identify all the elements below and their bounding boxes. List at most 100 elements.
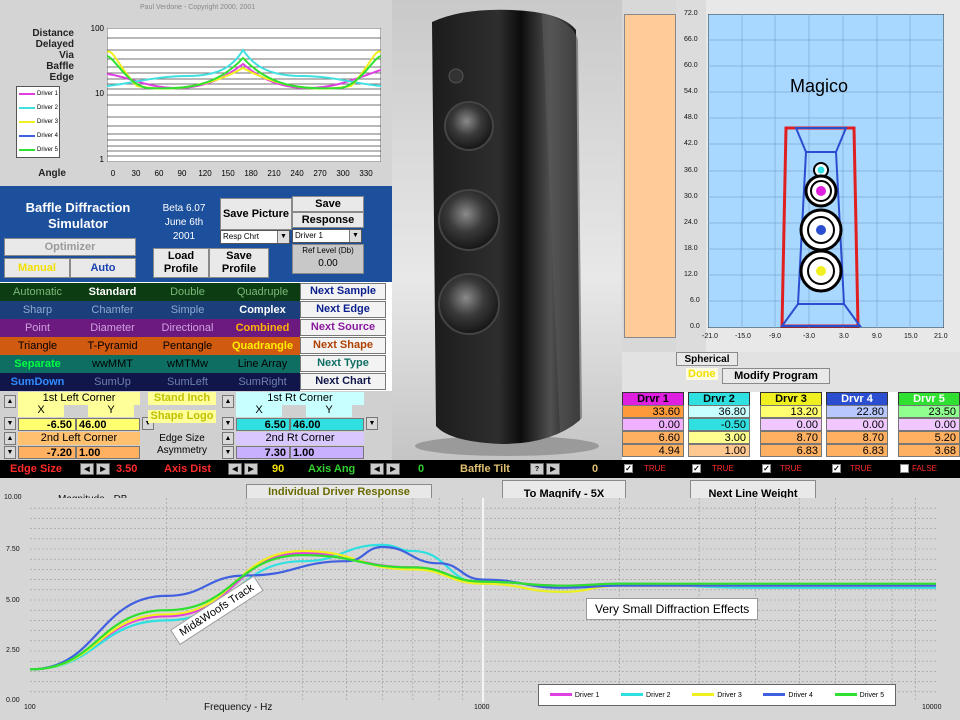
spin-down-icon[interactable]: ▼ — [4, 417, 16, 430]
increase-icon[interactable]: ▶ — [546, 463, 560, 475]
option-sumdown[interactable]: SumDown — [0, 373, 75, 391]
option-sharp[interactable]: Sharp — [0, 301, 75, 319]
second-left-x-field[interactable]: -7.20 — [18, 446, 76, 459]
option-simple[interactable]: Simple — [150, 301, 225, 319]
stand-inch-button[interactable]: Stand Inch — [148, 392, 216, 405]
next-edge-button[interactable]: Next Edge — [300, 301, 386, 318]
resp-chart-select[interactable]: Resp Chrt ▼ — [220, 230, 290, 244]
increase-icon[interactable]: ▶ — [244, 463, 258, 475]
driver-cell[interactable]: 23.50 — [898, 405, 960, 418]
side-label: Edge — [49, 72, 74, 83]
option-sumup[interactable]: SumUp — [75, 373, 150, 391]
next-type-button[interactable]: Next Type — [300, 355, 386, 372]
save-picture-button[interactable]: Save Picture — [220, 198, 292, 230]
driver-cell[interactable]: 0.00 — [898, 418, 960, 431]
driver-1-checkbox[interactable]: ✓ — [624, 464, 633, 473]
driver-cell[interactable]: 3.68 — [898, 444, 960, 457]
driver-select[interactable]: Driver 1 ▼ — [292, 229, 362, 243]
spin-up-icon[interactable]: ▲ — [222, 395, 234, 408]
decrease-icon[interactable]: ◀ — [370, 463, 384, 475]
driver-cell[interactable]: 5.20 — [898, 431, 960, 444]
driver-cell[interactable]: 1.00 — [688, 444, 750, 457]
load-profile-button[interactable]: Load Profile — [153, 248, 209, 278]
next-chart-button[interactable]: Next Chart — [300, 373, 386, 390]
help-icon[interactable]: ? — [530, 463, 544, 475]
modify-program-button[interactable]: Modify Program — [722, 368, 830, 384]
option-wmtmw[interactable]: wMTMw — [150, 355, 225, 373]
option-triangle[interactable]: Triangle — [0, 337, 75, 355]
manual-button[interactable]: Manual — [4, 258, 70, 278]
optimizer-button[interactable]: Optimizer — [4, 238, 136, 256]
spin-up-icon[interactable]: ▲ — [4, 395, 16, 408]
driver-2-checkbox[interactable]: ✓ — [692, 464, 701, 473]
option-automatic[interactable]: Automatic — [0, 283, 75, 301]
driver-cell[interactable]: 0.00 — [760, 418, 822, 431]
option-complex[interactable]: Complex — [225, 301, 300, 319]
option-pentangle[interactable]: Pentangle — [150, 337, 225, 355]
driver-cell[interactable]: -0.50 — [688, 418, 750, 431]
option-combined[interactable]: Combined — [225, 319, 300, 337]
driver-cell[interactable]: 8.70 — [826, 431, 888, 444]
option-diameter[interactable]: Diameter — [75, 319, 150, 337]
chevron-down-icon[interactable]: ▼ — [277, 231, 289, 243]
next-sample-button[interactable]: Next Sample — [300, 283, 386, 300]
option-standard[interactable]: Standard — [75, 283, 150, 301]
second-right-y-field[interactable]: 1.00 — [290, 446, 364, 459]
driver-5-checkbox[interactable] — [900, 464, 909, 473]
option-line-array[interactable]: Line Array — [225, 355, 300, 373]
driver-4-header: Drvr 4 — [826, 392, 888, 406]
driver-3-checkbox[interactable]: ✓ — [762, 464, 771, 473]
first-right-x-field[interactable]: 6.50 — [236, 418, 290, 431]
driver-cell[interactable]: 6.83 — [760, 444, 822, 457]
option-separate[interactable]: Separate — [0, 355, 75, 373]
option-t-pyramid[interactable]: T-Pyramid — [75, 337, 150, 355]
driver-cell[interactable]: 36.80 — [688, 405, 750, 418]
decrease-icon[interactable]: ◀ — [228, 463, 242, 475]
driver-cell[interactable]: 6.83 — [826, 444, 888, 457]
option-directional[interactable]: Directional — [150, 319, 225, 337]
spherical-button[interactable]: Spherical — [676, 352, 738, 366]
first-right-y-field[interactable]: 46.00 — [290, 418, 364, 431]
driver-cell[interactable]: 6.60 — [622, 431, 684, 444]
increase-icon[interactable]: ▶ — [386, 463, 400, 475]
driver-cell[interactable]: 8.70 — [760, 431, 822, 444]
auto-button[interactable]: Auto — [70, 258, 136, 278]
response-button[interactable]: Response — [292, 212, 364, 228]
chevron-down-icon[interactable]: ▼ — [349, 230, 361, 242]
driver-cell[interactable]: 3.00 — [688, 431, 750, 444]
driver-cell[interactable]: 22.80 — [826, 405, 888, 418]
driver-cell[interactable]: 0.00 — [622, 418, 684, 431]
second-right-x-field[interactable]: 7.30 — [236, 446, 290, 459]
next-source-button[interactable]: Next Source — [300, 319, 386, 336]
option-sumright[interactable]: SumRight — [225, 373, 300, 391]
driver-cell[interactable]: 33.60 — [622, 405, 684, 418]
driver-4-checkbox[interactable]: ✓ — [832, 464, 841, 473]
option-quadruple[interactable]: Quadruple — [225, 283, 300, 301]
save-profile-button[interactable]: Save Profile — [209, 248, 269, 278]
shape-option-row: Triangle T-Pyramid Pentangle Quadrangle — [0, 337, 300, 355]
spin-down-icon[interactable]: ▼ — [4, 446, 16, 459]
decrease-icon[interactable]: ◀ — [80, 463, 94, 475]
spin-down-icon[interactable]: ▼ — [222, 446, 234, 459]
spin-up-icon[interactable]: ▲ — [4, 432, 16, 445]
second-left-y-field[interactable]: 1.00 — [76, 446, 140, 459]
driver-cell[interactable]: 4.94 — [622, 444, 684, 457]
save-response-button[interactable]: Save — [292, 196, 364, 212]
driver-cell[interactable]: 13.20 — [760, 405, 822, 418]
option-double[interactable]: Double — [150, 283, 225, 301]
first-left-x-field[interactable]: -6.50 — [18, 418, 76, 431]
first-left-y-field[interactable]: 46.00 — [76, 418, 140, 431]
option-wwmmt[interactable]: wwMMT — [75, 355, 150, 373]
option-sumleft[interactable]: SumLeft — [150, 373, 225, 391]
option-quadrangle[interactable]: Quadrangle — [225, 337, 300, 355]
shape-logo-button[interactable]: Shape Logo — [148, 410, 216, 423]
spin-up-icon[interactable]: ▲ — [222, 432, 234, 445]
next-shape-button[interactable]: Next Shape — [300, 337, 386, 354]
edge-size-value: 3.50 — [116, 463, 138, 475]
option-chamfer[interactable]: Chamfer — [75, 301, 150, 319]
spin-down-icon[interactable]: ▼ — [222, 417, 234, 430]
driver-cell[interactable]: 0.00 — [826, 418, 888, 431]
option-point[interactable]: Point — [0, 319, 75, 337]
increase-icon[interactable]: ▶ — [96, 463, 110, 475]
spin-down-icon[interactable]: ▼ — [366, 417, 378, 430]
